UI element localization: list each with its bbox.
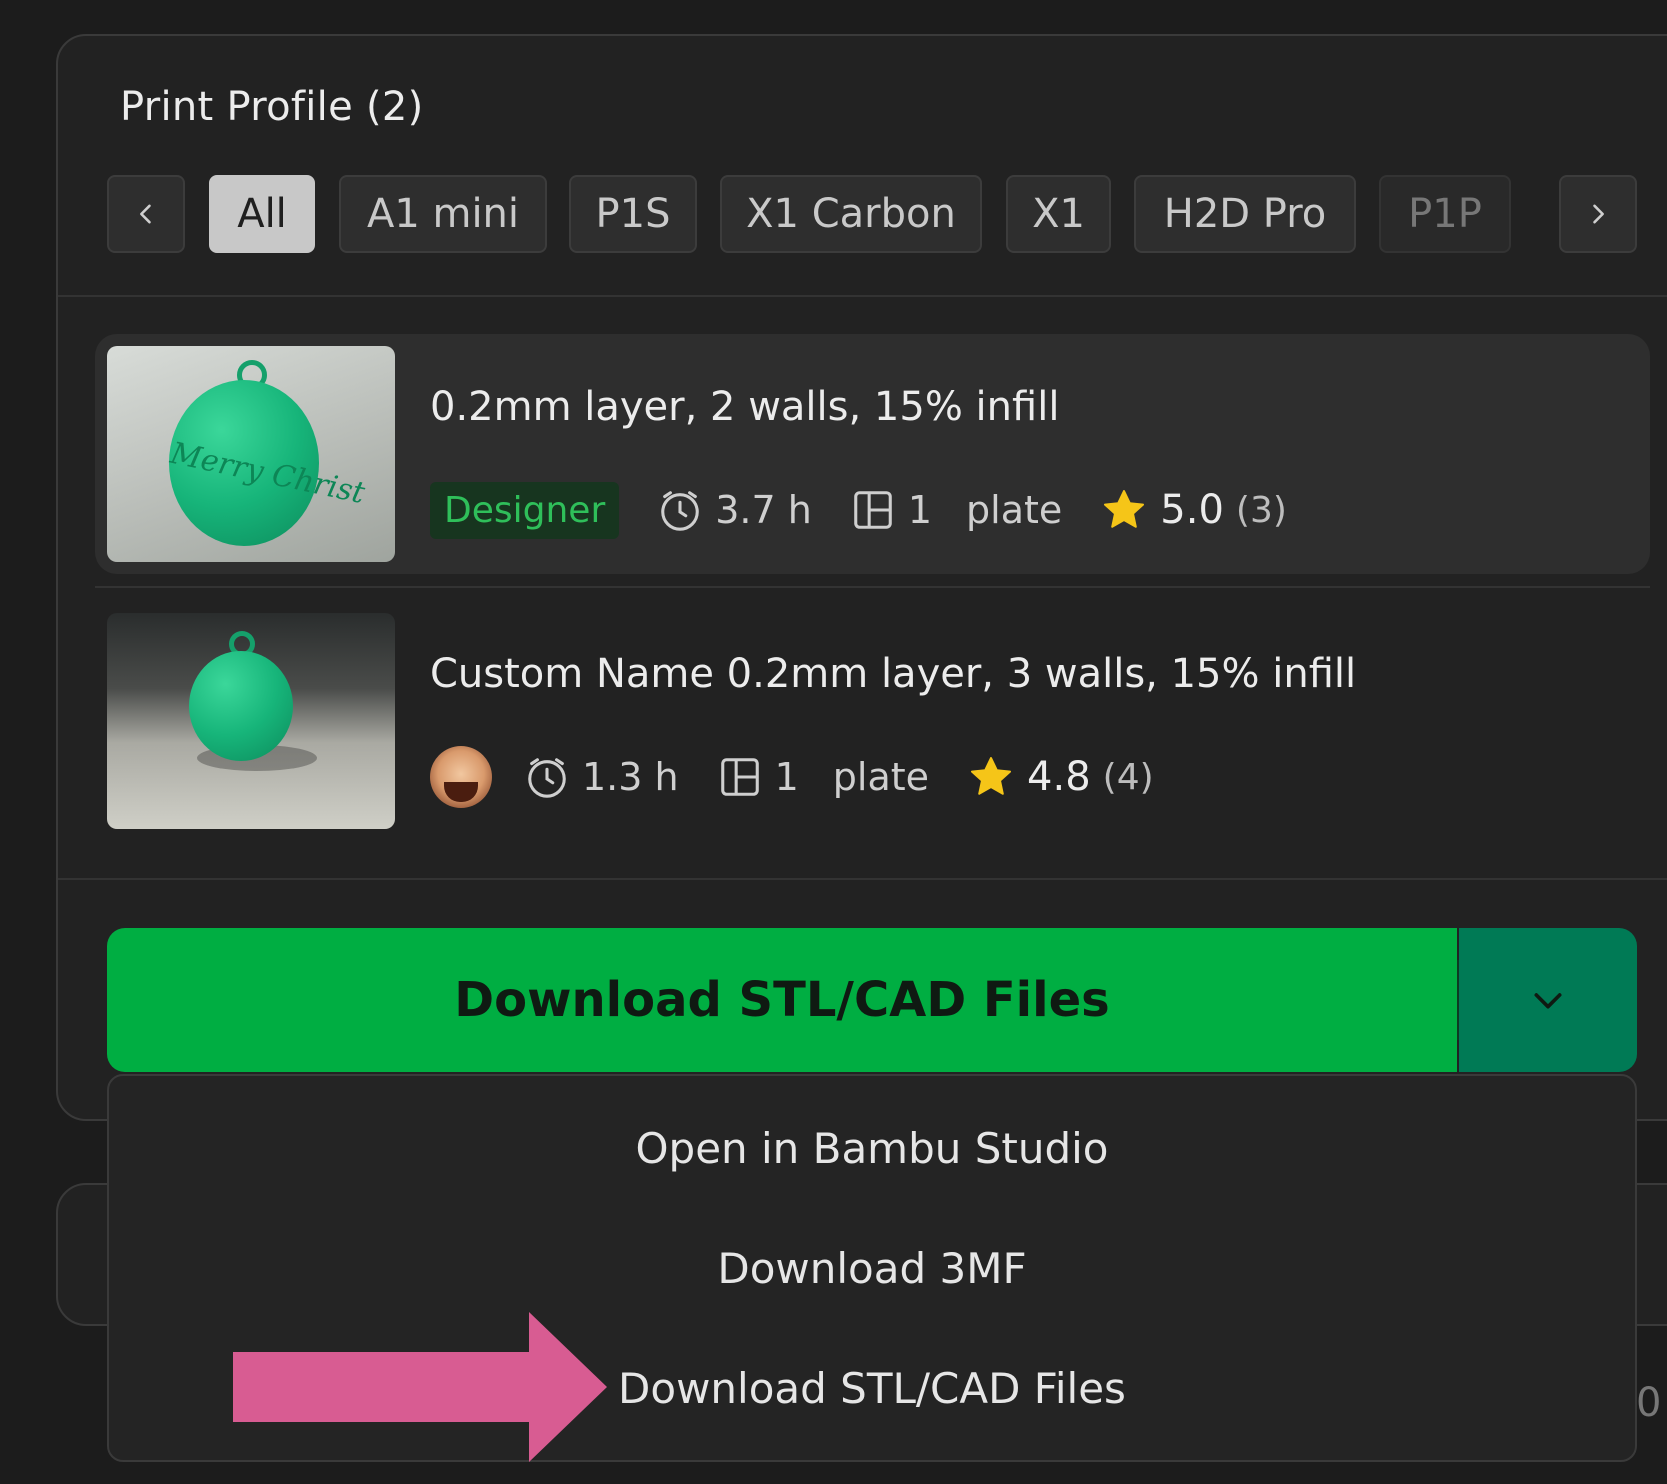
download-options-toggle[interactable] xyxy=(1459,928,1637,1072)
print-time: 1.3 h xyxy=(582,755,679,799)
chip-h2d-pro[interactable]: H2D Pro xyxy=(1134,175,1356,253)
clock-icon xyxy=(661,491,700,531)
arrow-annotation xyxy=(233,1312,607,1462)
chevron-right-icon xyxy=(1593,204,1604,224)
divider xyxy=(58,295,1667,297)
profile-title: Custom Name 0.2mm layer, 3 walls, 15% in… xyxy=(430,651,1357,697)
chevron-down-icon xyxy=(1534,993,1562,1009)
divider xyxy=(95,586,1650,588)
print-time: 3.7 h xyxy=(715,488,812,532)
menu-item-open-bambu-studio[interactable]: Open in Bambu Studio xyxy=(109,1124,1635,1173)
designer-badge: Designer xyxy=(430,481,620,539)
profile-thumbnail xyxy=(107,613,395,829)
section-title: Print Profile (2) xyxy=(120,84,424,130)
chip-all[interactable]: All xyxy=(209,175,315,253)
chip-a1-mini[interactable]: A1 mini xyxy=(339,175,547,253)
download-split-button: Download STL/CAD Files xyxy=(107,928,1637,1072)
chip-x1-carbon[interactable]: X1 Carbon xyxy=(720,175,982,253)
divider xyxy=(58,878,1667,880)
rating-count: (4) xyxy=(1102,756,1154,798)
page: Print Profile (2) All A1 mini P1S X1 Car… xyxy=(0,0,1667,1484)
chip-p1p[interactable]: P1P xyxy=(1379,175,1511,253)
printer-filter-bar: All A1 mini P1S X1 Carbon X1 H2D Pro P1P xyxy=(107,175,1661,253)
chip-p1s[interactable]: P1S xyxy=(569,175,697,253)
chevron-left-icon xyxy=(140,204,151,224)
plate-icon xyxy=(720,758,759,796)
star-icon xyxy=(1104,490,1145,528)
profile-item[interactable]: Custom Name 0.2mm layer, 3 walls, 15% in… xyxy=(95,601,1650,841)
profile-title: 0.2mm layer, 2 walls, 15% infill xyxy=(430,384,1060,430)
rating-value: 5.0 xyxy=(1160,487,1224,533)
plate-label: plate xyxy=(966,488,1063,532)
profile-meta: 1.3 h 1 plate 4.8 (4) xyxy=(430,746,1154,808)
clock-icon xyxy=(528,758,566,798)
profile-thumbnail: Merry Christ xyxy=(107,346,395,562)
profile-meta: Designer 3.7 h 1 plate 5.0 (3) xyxy=(430,480,1287,540)
plate-count: 1 xyxy=(774,755,799,799)
plate-icon xyxy=(854,491,892,529)
plate-count: 1 xyxy=(907,488,933,532)
download-stl-cad-button[interactable]: Download STL/CAD Files xyxy=(107,928,1457,1072)
scroll-right-button[interactable] xyxy=(1559,175,1637,253)
scroll-left-button[interactable] xyxy=(107,175,185,253)
author-avatar[interactable] xyxy=(430,746,492,808)
profile-item[interactable]: Merry Christ 0.2mm layer, 2 walls, 15% i… xyxy=(95,334,1650,574)
rating-count: (3) xyxy=(1235,489,1287,531)
chip-x1[interactable]: X1 xyxy=(1006,175,1111,253)
star-icon xyxy=(971,757,1012,795)
rating-value: 4.8 xyxy=(1027,754,1091,800)
plate-label: plate xyxy=(832,755,930,799)
cut-off-text: 0 xyxy=(1636,1380,1662,1426)
menu-item-download-3mf[interactable]: Download 3MF xyxy=(109,1244,1635,1293)
